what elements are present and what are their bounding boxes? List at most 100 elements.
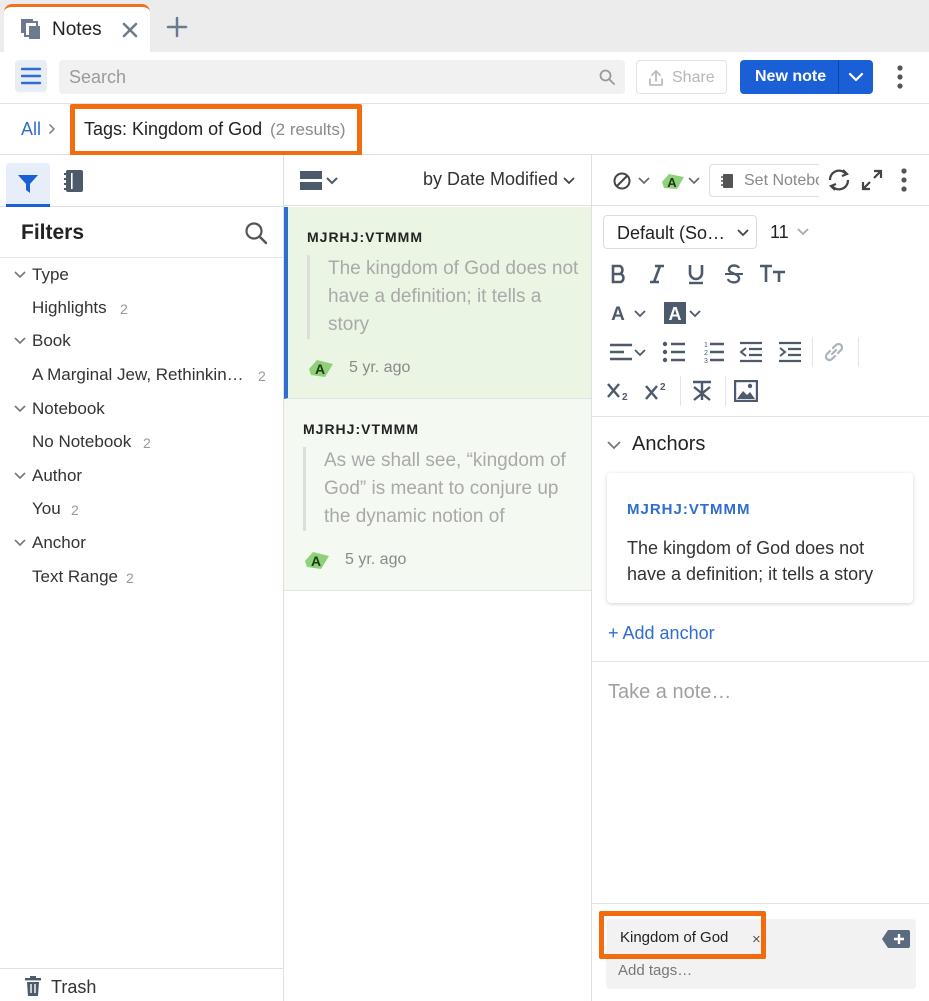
filter-item-label: Highlights <box>32 298 107 317</box>
chevron-down-icon[interactable] <box>634 310 646 318</box>
anchor-text: The kingdom of God does not have a defin… <box>627 538 874 584</box>
highlight-annotation-box <box>70 104 362 156</box>
font-family-select[interactable]: Default (So… <box>603 215 757 249</box>
new-note-label: New note <box>755 68 827 85</box>
highlight-style-icon[interactable]: A <box>660 171 686 193</box>
notebook-icon[interactable] <box>62 168 86 194</box>
trash-link[interactable]: Trash <box>0 968 283 1001</box>
bullet-list-icon[interactable] <box>659 337 689 367</box>
add-tags-placeholder: Add tags… <box>618 962 693 979</box>
expand-icon[interactable] <box>861 169 883 191</box>
more-options-icon[interactable] <box>898 167 910 193</box>
image-icon[interactable] <box>731 376 761 406</box>
search-icon <box>599 69 615 85</box>
chevron-down-icon <box>14 539 26 547</box>
new-note-divider <box>838 60 839 94</box>
sort-dropdown[interactable]: by Date Modified <box>423 169 558 190</box>
note-quote: As we shall see, “kingdom of God” is mea… <box>303 447 575 531</box>
add-anchor-link[interactable]: + Add anchor <box>608 623 715 644</box>
text-color-icon[interactable]: A <box>604 298 634 328</box>
menu-button[interactable] <box>15 60 47 92</box>
highlight-annotation-box <box>599 911 766 959</box>
superscript-icon[interactable]: 2 <box>642 376 672 406</box>
notes-list-header: by Date Modified <box>284 155 591 206</box>
chevron-down-icon[interactable] <box>634 349 646 357</box>
filter-item-count: 2 <box>143 435 151 451</box>
tab-label: Notes <box>52 19 102 40</box>
view-toggle-icon[interactable] <box>300 171 340 191</box>
filter-item-you[interactable]: You 2 <box>32 499 79 519</box>
bold-icon[interactable] <box>604 259 634 289</box>
anchor-reference[interactable]: MJRHJ:VTMMM <box>627 501 751 518</box>
filter-item-highlights[interactable]: Highlights 2 <box>32 298 128 318</box>
search-input[interactable]: Search <box>59 60 625 94</box>
trash-label: Trash <box>51 977 97 997</box>
svg-text:1: 1 <box>704 342 708 349</box>
note-card[interactable]: MJRHJ:VTMMM The kingdom of God does not … <box>284 207 591 399</box>
link-icon[interactable] <box>819 337 849 367</box>
tab-notes[interactable]: Notes <box>4 4 150 52</box>
new-tab-plus-icon[interactable] <box>166 16 188 38</box>
highlight-letter: A <box>315 361 325 377</box>
filter-item-no-notebook[interactable]: No Notebook 2 <box>32 432 151 452</box>
chevron-down-icon[interactable] <box>689 310 701 318</box>
search-icon[interactable] <box>244 221 268 245</box>
chevron-down-icon <box>797 228 809 236</box>
svg-text:2: 2 <box>660 382 666 393</box>
chevron-down-icon <box>14 405 26 413</box>
new-note-button[interactable]: New note <box>740 60 873 94</box>
anchors-section: Anchors MJRHJ:VTMMM The kingdom of God d… <box>592 417 929 662</box>
highlight-letter: A <box>311 553 321 569</box>
filter-item-label: No Notebook <box>32 432 132 451</box>
chevron-down-icon[interactable] <box>607 441 621 450</box>
breadcrumb-all-link[interactable]: All <box>21 119 41 140</box>
add-tag-icon[interactable] <box>882 930 910 948</box>
filter-item-text-range[interactable]: Text Range 2 <box>32 567 134 587</box>
toolbar: Search Share New note <box>0 52 929 104</box>
anchor-card[interactable]: MJRHJ:VTMMM The kingdom of God does not … <box>607 473 913 603</box>
more-options-icon[interactable] <box>890 64 910 90</box>
no-style-icon[interactable] <box>612 171 632 191</box>
filter-item-book[interactable]: A Marginal Jew, Rethinkin… 2 <box>32 365 266 385</box>
note-card[interactable]: MJRHJ:VTMMM As we shall see, “kingdom of… <box>284 399 591 591</box>
share-icon <box>647 69 665 87</box>
notes-list-pane: by Date Modified MJRHJ:VTMMM The kingdom… <box>284 155 592 1001</box>
share-button[interactable]: Share <box>636 60 727 94</box>
close-icon[interactable] <box>120 20 140 40</box>
chevron-down-icon[interactable] <box>638 177 650 185</box>
set-notebook-button[interactable]: Set Notebook <box>709 164 819 197</box>
note-age: 5 yr. ago <box>349 359 411 376</box>
svg-text:3: 3 <box>704 358 708 364</box>
clear-formatting-icon[interactable] <box>687 376 717 406</box>
font-family-value: Default (So… <box>617 223 726 243</box>
filter-group-label: Author <box>32 466 83 485</box>
note-editor-pane: A Set Notebook Default (So… 11 <box>592 155 929 1001</box>
filter-item-count: 2 <box>120 301 128 317</box>
chevron-down-icon[interactable] <box>688 177 700 185</box>
chevron-down-icon <box>563 177 575 185</box>
underline-icon[interactable] <box>681 259 711 289</box>
italic-icon[interactable] <box>642 259 672 289</box>
sync-icon[interactable] <box>826 167 852 193</box>
note-body-input[interactable]: Take a note… <box>608 681 731 704</box>
strikethrough-icon[interactable] <box>719 259 749 289</box>
note-reference: MJRHJ:VTMMM <box>307 229 423 245</box>
chevron-down-icon[interactable] <box>847 71 865 83</box>
subscript-icon[interactable]: 2 <box>604 376 634 406</box>
numbered-list-icon[interactable]: 123 <box>698 337 728 367</box>
filter-item-label: A Marginal Jew, Rethinkin… <box>32 365 244 384</box>
background-color-icon[interactable]: A <box>660 298 690 328</box>
chevron-down-icon <box>14 472 26 480</box>
filter-item-label: You <box>32 499 61 518</box>
svg-text:2: 2 <box>704 350 708 357</box>
outdent-icon[interactable] <box>736 337 766 367</box>
align-icon[interactable] <box>606 337 636 367</box>
svg-text:2: 2 <box>622 392 628 401</box>
tab-filters[interactable] <box>6 163 50 207</box>
font-size-select[interactable]: 11 <box>762 215 814 249</box>
text-size-icon[interactable] <box>758 259 788 289</box>
highlight-letter: A <box>667 175 677 190</box>
filters-pane: Filters Type Highlights 2 Book A Margina… <box>0 155 284 1001</box>
indent-icon[interactable] <box>775 337 805 367</box>
formatting-toolbar: Default (So… 11 A A 1 2 3 2 2 <box>592 207 929 417</box>
